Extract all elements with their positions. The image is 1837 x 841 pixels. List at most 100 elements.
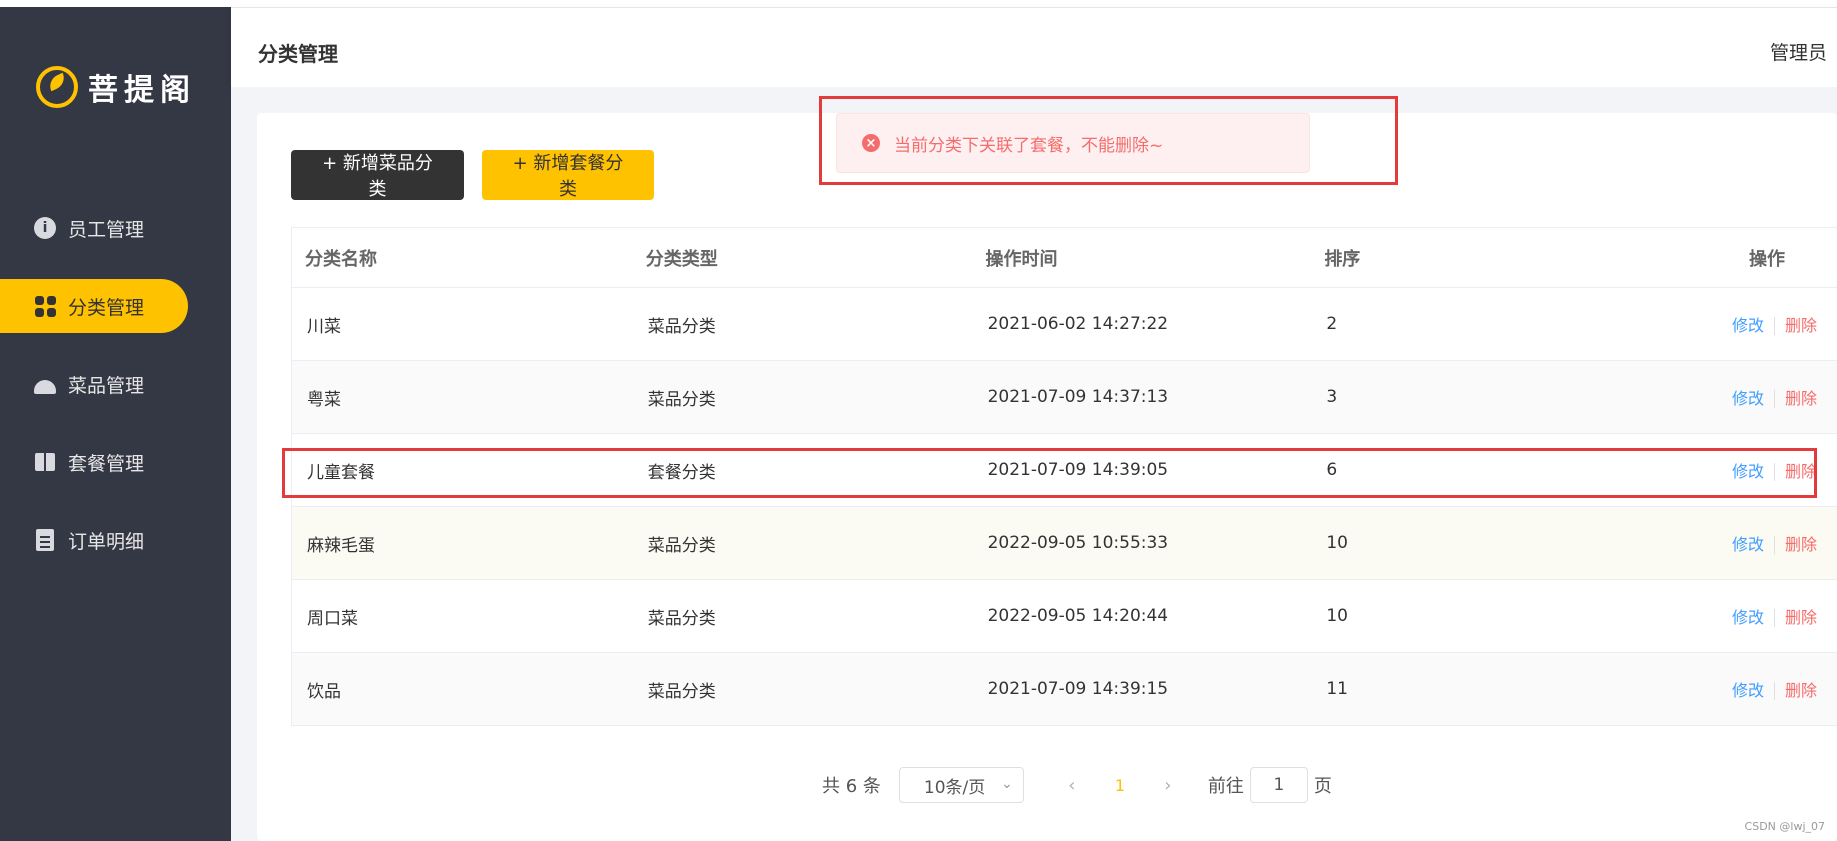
cell-time: 2022-09-05 10:55:33 xyxy=(987,533,1169,553)
cell-actions: 修改 删除 xyxy=(1651,677,1837,701)
cell-sort: 3 xyxy=(1326,387,1338,407)
sidebar-menu: i 员工管理 分类管理 菜品管理 套餐管理 订单明细 xyxy=(0,201,231,591)
error-icon: × xyxy=(862,134,880,152)
table-row: 儿童套餐 套餐分类 2021-07-09 14:39:05 6 修改 删除 xyxy=(292,434,1837,507)
cell-name: 饮品 xyxy=(307,681,341,702)
cell-sort: 6 xyxy=(1326,460,1338,480)
edit-link[interactable]: 修改 xyxy=(1732,316,1764,335)
add-dish-category-button[interactable]: + 新增菜品分类 xyxy=(291,150,464,200)
table-header: 分类名称 分类类型 操作时间 排序 操作 xyxy=(292,228,1837,288)
divider xyxy=(1774,682,1775,700)
cell-type: 菜品分类 xyxy=(647,316,716,337)
sidebar-item-label: 菜品管理 xyxy=(68,374,145,397)
watermark: CSDN @lwj_07 xyxy=(1744,820,1825,833)
sidebar-item-label: 套餐管理 xyxy=(68,452,145,475)
column-header-time: 操作时间 xyxy=(985,248,1058,270)
divider xyxy=(1774,317,1775,335)
goto-page-input[interactable] xyxy=(1249,767,1308,803)
cell-time: 2021-07-09 14:37:13 xyxy=(987,387,1169,407)
sidebar-item-category[interactable]: 分类管理 xyxy=(0,279,188,333)
edit-link[interactable]: 修改 xyxy=(1732,535,1764,554)
edit-link[interactable]: 修改 xyxy=(1732,389,1764,408)
page-size-value: 10条/页 xyxy=(923,777,986,798)
delete-link[interactable]: 删除 xyxy=(1785,389,1817,408)
sidebar: 菩提阁 i 员工管理 分类管理 菜品管理 套餐管理 订单明细 xyxy=(0,7,231,841)
sidebar-item-setmeal[interactable]: 套餐管理 xyxy=(0,435,231,489)
logo-icon xyxy=(36,66,78,108)
table-row: 周口菜 菜品分类 2022-09-05 14:20:44 10 修改 删除 xyxy=(292,580,1837,653)
cell-name: 儿童套餐 xyxy=(307,462,375,483)
user-name[interactable]: 管理员 xyxy=(1770,38,1827,65)
grid-icon xyxy=(34,295,56,317)
cell-actions: 修改 删除 xyxy=(1651,604,1837,628)
cell-sort: 10 xyxy=(1326,606,1348,626)
goto-label: 前往 xyxy=(1207,776,1244,797)
edit-link[interactable]: 修改 xyxy=(1732,462,1764,481)
sidebar-item-employee[interactable]: i 员工管理 xyxy=(0,201,231,255)
cell-actions: 修改 删除 xyxy=(1651,531,1837,555)
table-row: 粤菜 菜品分类 2021-07-09 14:37:13 3 修改 删除 xyxy=(292,361,1837,434)
cell-type: 菜品分类 xyxy=(647,389,716,410)
cell-name: 周口菜 xyxy=(307,608,358,629)
cell-name: 粤菜 xyxy=(307,389,341,410)
app-window: 菩提阁 i 员工管理 分类管理 菜品管理 套餐管理 订单明细 分类管理 管理员 … xyxy=(0,0,1837,841)
column-header-sort: 排序 xyxy=(1324,248,1361,270)
toast-message: 当前分类下关联了套餐，不能删除~ xyxy=(894,135,1164,156)
cell-name: 川菜 xyxy=(307,316,341,337)
sidebar-item-label: 订单明细 xyxy=(68,530,145,553)
delete-link[interactable]: 删除 xyxy=(1785,462,1817,481)
cell-sort: 10 xyxy=(1326,533,1348,553)
cell-type: 菜品分类 xyxy=(647,681,716,702)
column-header-name: 分类名称 xyxy=(305,248,377,270)
cell-time: 2022-09-05 14:20:44 xyxy=(987,606,1169,626)
cell-time: 2021-07-09 14:39:15 xyxy=(987,679,1169,699)
next-page-button[interactable]: › xyxy=(1148,775,1188,796)
cloche-icon xyxy=(34,373,56,395)
cell-time: 2021-06-02 14:27:22 xyxy=(987,314,1169,334)
cell-name: 麻辣毛蛋 xyxy=(307,535,375,556)
divider xyxy=(1774,390,1775,408)
table-row: 麻辣毛蛋 菜品分类 2022-09-05 10:55:33 10 修改 删除 xyxy=(292,507,1837,580)
divider xyxy=(1774,463,1775,481)
sidebar-item-label: 分类管理 xyxy=(68,296,145,319)
sidebar-item-order[interactable]: 订单明细 xyxy=(0,513,231,567)
goto-unit: 页 xyxy=(1313,776,1332,797)
logo-text: 菩提阁 xyxy=(88,73,196,108)
delete-link[interactable]: 删除 xyxy=(1785,608,1817,627)
cell-time: 2021-07-09 14:39:05 xyxy=(987,460,1169,480)
chevron-down-icon: ⌄ xyxy=(1001,776,1013,792)
sidebar-item-label: 员工管理 xyxy=(68,218,145,241)
page-title: 分类管理 xyxy=(258,42,338,66)
prev-page-button[interactable]: ‹ xyxy=(1052,775,1092,796)
table-row: 饮品 菜品分类 2021-07-09 14:39:15 11 修改 删除 xyxy=(292,653,1837,726)
cell-type: 套餐分类 xyxy=(647,462,716,483)
cell-actions: 修改 删除 xyxy=(1651,385,1837,409)
column-header-op: 操作 xyxy=(1748,248,1785,270)
cell-actions: 修改 删除 xyxy=(1651,312,1837,336)
cell-actions: 修改 删除 xyxy=(1651,458,1837,482)
divider xyxy=(1774,609,1775,627)
logo: 菩提阁 xyxy=(36,65,196,109)
cell-sort: 11 xyxy=(1326,679,1348,699)
gift-icon xyxy=(34,451,56,473)
divider xyxy=(1774,536,1775,554)
page-number[interactable]: 1 xyxy=(1092,776,1148,795)
delete-link[interactable]: 删除 xyxy=(1785,316,1817,335)
info-icon: i xyxy=(34,217,56,239)
add-setmeal-category-button[interactable]: + 新增套餐分类 xyxy=(482,150,654,200)
cell-type: 菜品分类 xyxy=(647,535,716,556)
delete-link[interactable]: 删除 xyxy=(1785,681,1817,700)
clipboard-icon xyxy=(34,529,56,551)
column-header-type: 分类类型 xyxy=(645,248,718,270)
table-row: 川菜 菜品分类 2021-06-02 14:27:22 2 修改 删除 xyxy=(292,288,1837,361)
cell-sort: 2 xyxy=(1326,314,1338,334)
page-size-select[interactable]: 10条/页 ⌄ xyxy=(898,767,1024,803)
edit-link[interactable]: 修改 xyxy=(1732,681,1764,700)
delete-link[interactable]: 删除 xyxy=(1785,535,1817,554)
edit-link[interactable]: 修改 xyxy=(1732,608,1764,627)
top-header: 分类管理 管理员 xyxy=(231,7,1837,87)
pagination: 共 6 条 10条/页 ⌄ ‹ 1 › 前往 页 xyxy=(822,766,1332,804)
cell-type: 菜品分类 xyxy=(647,608,716,629)
sidebar-item-dish[interactable]: 菜品管理 xyxy=(0,357,231,411)
category-table: 分类名称 分类类型 操作时间 排序 操作 川菜 菜品分类 2021-06-02 … xyxy=(291,227,1837,726)
